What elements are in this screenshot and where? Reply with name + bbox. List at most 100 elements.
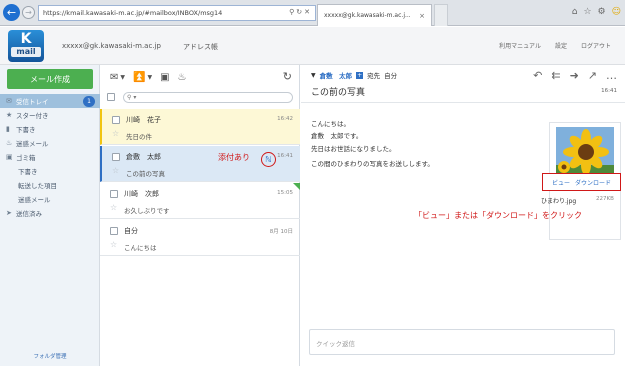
folder-label: 迷惑メール bbox=[16, 140, 49, 148]
view-link[interactable]: ビュー bbox=[552, 178, 570, 187]
tab-title: xxxxx@gk.kawasaki-m.ac.j... bbox=[324, 12, 411, 19]
mail-search-input[interactable]: ⚲ ▾ bbox=[123, 91, 293, 103]
flag-corner-icon bbox=[293, 183, 300, 190]
recipient-name: 自分 bbox=[384, 72, 398, 80]
body-line: こんにちは。 bbox=[311, 120, 350, 128]
chevron-down-icon[interactable]: ▼ bbox=[120, 74, 125, 81]
compose-button[interactable]: メール作成 bbox=[7, 69, 93, 89]
sender-name[interactable]: 倉敷 太郎 bbox=[320, 70, 353, 80]
address-bar-icons[interactable]: ⚲↻✕ bbox=[289, 8, 312, 16]
more-icon[interactable]: … bbox=[606, 69, 617, 82]
reply-icon[interactable]: ↶ bbox=[533, 69, 542, 82]
kmail-window: ← → https://kmail.kawasaki-m.ac.jp/#mail… bbox=[0, 0, 625, 366]
select-all-checkbox[interactable] bbox=[107, 93, 115, 101]
home-icon[interactable]: ⌂ bbox=[572, 7, 578, 17]
folder-management-link[interactable]: フォルダ管理 bbox=[0, 352, 100, 360]
reply-all-icon[interactable]: ⇇ bbox=[551, 69, 560, 82]
mail-item[interactable]: 自分 8月 10日 ☆ こんにちは bbox=[100, 220, 300, 256]
favorites-star-icon[interactable]: ☆ bbox=[583, 7, 591, 17]
sidebar-item-drafts[interactable]: ▮ 下書き bbox=[0, 122, 100, 136]
mail-checkbox[interactable] bbox=[110, 227, 118, 235]
move-folder-icon[interactable]: ⏫ bbox=[133, 72, 145, 83]
logo-letter: K bbox=[20, 31, 32, 47]
search-icon: ⚲ bbox=[127, 93, 132, 101]
sidebar-item-trash-drafts[interactable]: 下書き bbox=[0, 164, 100, 178]
mail-item[interactable]: 倉敷 太郎 16:41 ℕ ☆ この前の写真 bbox=[100, 146, 300, 182]
attachment-actions: ビュー ダウンロード bbox=[542, 173, 621, 191]
download-link[interactable]: ダウンロード bbox=[575, 178, 611, 187]
sidebar-item-spam[interactable]: ♨ 迷惑メール bbox=[0, 136, 100, 150]
sidebar-item-trash[interactable]: ▣ ゴミ箱 bbox=[0, 150, 100, 164]
settings-gear-icon[interactable]: ⚙ bbox=[598, 7, 606, 17]
spam-flame-icon[interactable]: ♨ bbox=[178, 72, 187, 83]
url-text: https://kmail.kawasaki-m.ac.jp/#mailbox/… bbox=[43, 9, 223, 17]
attachment-size: 227KB bbox=[596, 196, 614, 202]
folder-sidebar: メール作成 ✉ 受信トレイ 1 ★ スター付き ▮ 下書き ♨ 迷惑メール ▣ … bbox=[0, 65, 100, 366]
draft-icon: ▮ bbox=[6, 125, 10, 133]
logo-text: mail bbox=[11, 47, 41, 57]
folder-label: 迷惑メール bbox=[18, 196, 51, 204]
refresh-icon[interactable]: ↻ bbox=[283, 70, 292, 83]
reading-pane: ▼ 倉敷 太郎 + 宛先 自分 この前の写真 ↶ ⇇ ➜ ↗ … 16:41 こ… bbox=[301, 65, 625, 366]
new-tab-button[interactable] bbox=[434, 4, 448, 26]
send-icon: ➤ bbox=[6, 209, 12, 217]
browser-icons: ⌂ ☆ ⚙ ☺ bbox=[572, 7, 621, 17]
mail-item[interactable]: 川崎 花子 16:42 ☆ 先日の件 bbox=[100, 109, 300, 145]
folder-label: 受信トレイ bbox=[16, 98, 49, 106]
mail-date: 8月 10日 bbox=[269, 229, 293, 235]
mail-checkbox[interactable] bbox=[110, 190, 118, 198]
mail-subject: 先日の件 bbox=[126, 133, 152, 141]
folder-label: 下書き bbox=[18, 168, 38, 176]
divider bbox=[301, 102, 625, 103]
star-icon[interactable]: ☆ bbox=[112, 166, 119, 175]
forward-button[interactable]: → bbox=[22, 6, 35, 19]
mail-subject: この前の写真 bbox=[126, 170, 165, 178]
sidebar-item-sent[interactable]: ➤ 送信済み bbox=[0, 206, 100, 220]
quick-reply-input[interactable]: クイック返信 bbox=[309, 329, 615, 355]
paperclip-icon: ℕ bbox=[261, 152, 276, 167]
manual-link[interactable]: 利用マニュアル bbox=[499, 41, 541, 50]
tab-close-icon[interactable]: × bbox=[419, 12, 425, 20]
chevron-down-icon[interactable]: ▼ bbox=[147, 74, 152, 81]
logout-link[interactable]: ログアウト bbox=[581, 41, 611, 50]
mail-item[interactable]: 川崎 次郎 15:05 ☆ お久しぶりです bbox=[100, 183, 300, 219]
address-book-link[interactable]: アドレス帳 bbox=[183, 42, 218, 52]
browser-tab-kmail[interactable]: xxxxx@gk.kawasaki-m.ac.j... × bbox=[317, 4, 432, 26]
address-bar[interactable]: https://kmail.kawasaki-m.ac.jp/#mailbox/… bbox=[38, 5, 316, 21]
mail-checkbox[interactable] bbox=[112, 153, 120, 161]
forward-icon[interactable]: ➜ bbox=[570, 69, 579, 82]
mail-checkbox[interactable] bbox=[112, 116, 120, 124]
chevron-down-icon[interactable]: ▼ bbox=[311, 72, 316, 79]
message-subject: この前の写真 bbox=[311, 88, 366, 98]
sidebar-item-starred[interactable]: ★ スター付き bbox=[0, 108, 100, 122]
folder-label: ゴミ箱 bbox=[16, 154, 36, 162]
folder-label: 下書き bbox=[16, 126, 36, 134]
sidebar-item-trash-forwarded[interactable]: 転送した項目 bbox=[0, 178, 100, 192]
body-line: 倉敷 太郎です。 bbox=[311, 132, 363, 140]
smiley-icon[interactable]: ☺ bbox=[612, 7, 621, 17]
attachment-annotation: 添付あり bbox=[218, 153, 250, 162]
open-external-icon[interactable]: ↗ bbox=[588, 69, 597, 82]
mail-date: 16:41 bbox=[277, 153, 293, 159]
browser-toolbar: ← → https://kmail.kawasaki-m.ac.jp/#mail… bbox=[0, 0, 625, 26]
star-icon[interactable]: ☆ bbox=[112, 129, 119, 138]
delete-icon[interactable]: ▣ bbox=[160, 72, 169, 83]
back-button[interactable]: ← bbox=[3, 4, 20, 21]
mail-date: 16:42 bbox=[277, 116, 293, 122]
mail-from: 倉敷 太郎 bbox=[126, 153, 161, 161]
folder-label: 送信済み bbox=[16, 210, 42, 218]
sidebar-item-inbox[interactable]: ✉ 受信トレイ 1 bbox=[0, 94, 100, 108]
trash-icon: ▣ bbox=[6, 153, 13, 161]
unread-count-badge: 1 bbox=[83, 95, 95, 107]
sidebar-item-trash-spam[interactable]: 迷惑メール bbox=[0, 192, 100, 206]
star-icon: ★ bbox=[6, 111, 13, 119]
settings-link[interactable]: 設定 bbox=[555, 41, 567, 50]
chevron-down-icon[interactable]: ▾ bbox=[133, 94, 136, 101]
body-line: 先日はお世話になりました。 bbox=[311, 145, 396, 153]
star-icon[interactable]: ☆ bbox=[110, 240, 117, 249]
message-actions: ↶ ⇇ ➜ ↗ … bbox=[533, 69, 617, 82]
app-header: K mail xxxxx@gk.kawasaki-m.ac.jp アドレス帳 利… bbox=[0, 27, 625, 65]
add-contact-icon[interactable]: + bbox=[356, 71, 364, 79]
mark-read-icon[interactable]: ✉ bbox=[110, 72, 118, 83]
star-icon[interactable]: ☆ bbox=[110, 203, 117, 212]
